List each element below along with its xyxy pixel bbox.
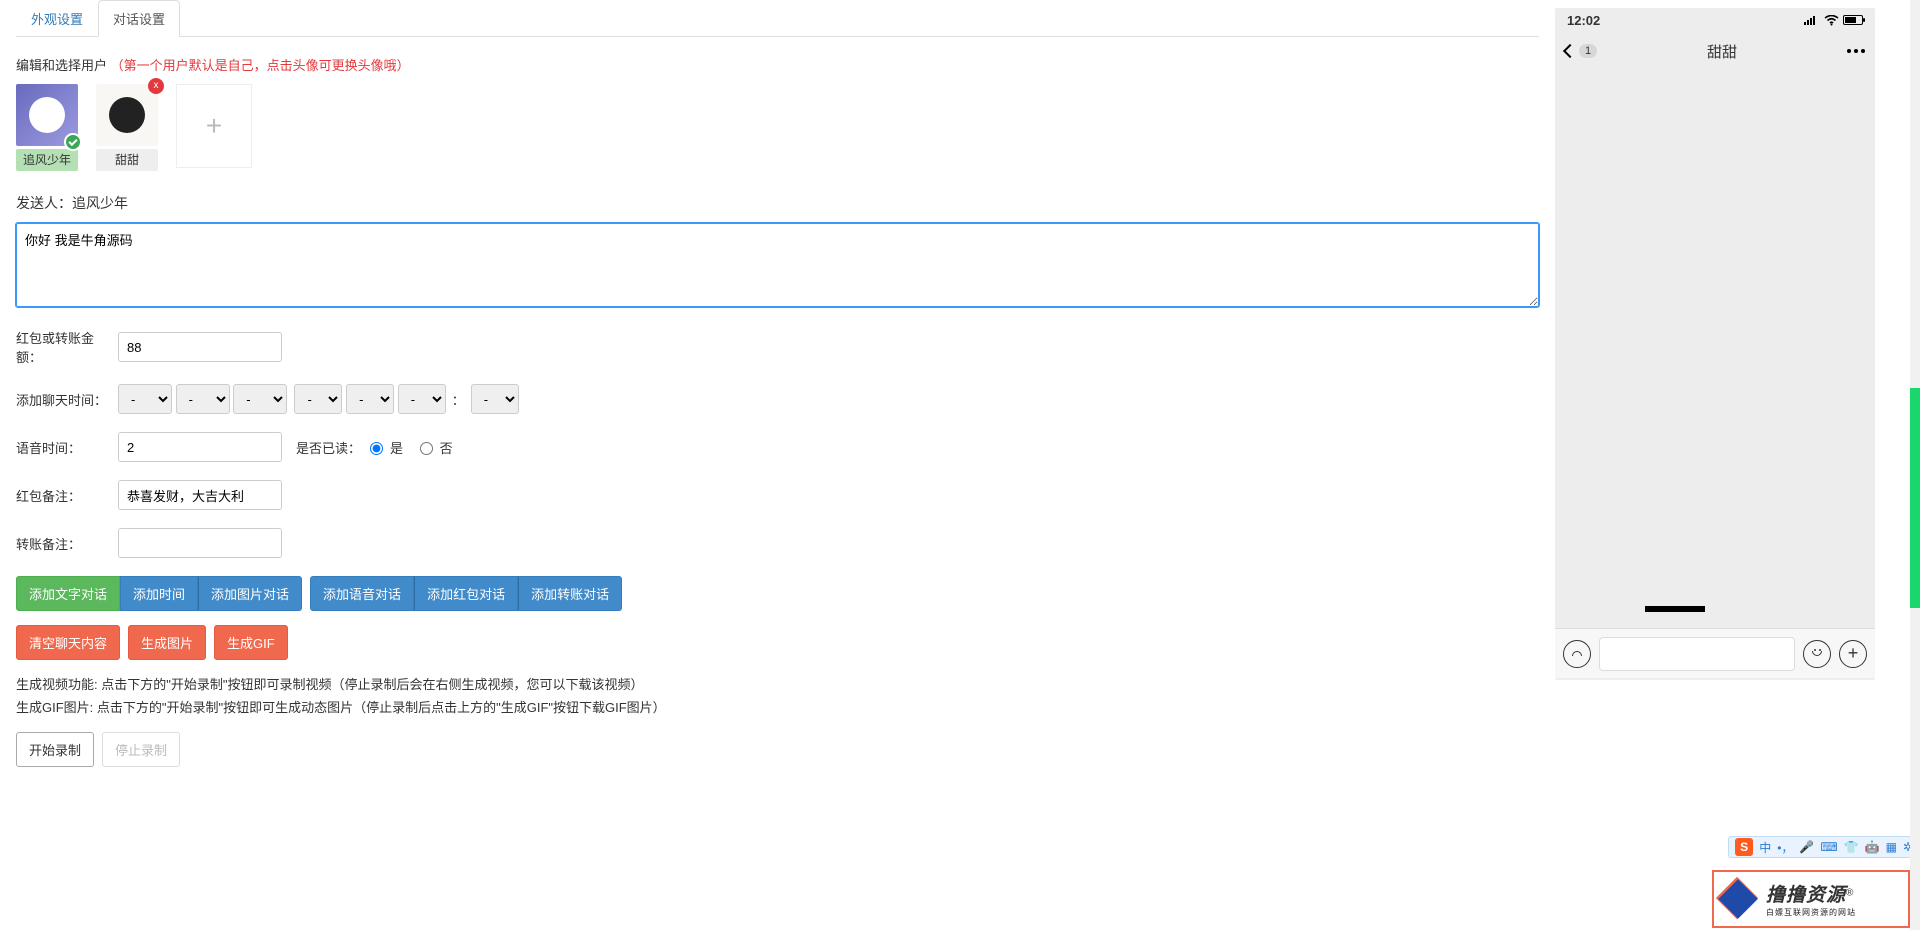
phone-title: 甜甜 xyxy=(1707,41,1737,62)
add-text-button[interactable]: 添加文字对话 xyxy=(16,576,120,611)
scrollbar-thumb[interactable] xyxy=(1910,388,1920,608)
gen-gif-button[interactable]: 生成GIF xyxy=(214,625,288,660)
tab-dialog[interactable]: 对话设置 xyxy=(98,0,180,37)
avatar-name-1[interactable]: 甜甜 xyxy=(96,149,158,171)
note-video: 生成视频功能: 点击下方的"开始录制"按钮即可录制视频（停止录制后会在右侧生成视… xyxy=(16,674,1539,693)
gen-image-button[interactable]: 生成图片 xyxy=(128,625,206,660)
add-avatar-button[interactable]: + xyxy=(176,84,252,168)
wifi-icon xyxy=(1824,15,1839,26)
battery-icon xyxy=(1843,15,1863,25)
phone-preview: 12:02 1 甜甜 xyxy=(1555,8,1875,680)
remove-avatar-icon[interactable]: x xyxy=(148,78,164,94)
red-remark-input[interactable] xyxy=(118,480,282,510)
add-time-button[interactable]: 添加时间 xyxy=(120,576,198,611)
chevron-left-icon xyxy=(1563,44,1577,58)
note-gif: 生成GIF图片: 点击下方的"开始录制"按钮即可生成动态图片（停止录制后点击上方… xyxy=(16,697,1539,716)
ime-grid-icon[interactable]: ▦ xyxy=(1886,840,1897,854)
scrollbar[interactable] xyxy=(1910,0,1920,930)
amount-input[interactable] xyxy=(118,332,282,362)
sender-line: 发送人：追风少年 xyxy=(16,193,1539,213)
voice-time-input[interactable] xyxy=(118,432,282,462)
time-select-1[interactable]: - xyxy=(118,384,172,414)
back-badge: 1 xyxy=(1579,44,1597,58)
read-label: 是否已读： xyxy=(296,438,361,457)
selected-check-icon xyxy=(64,133,82,151)
stop-record-button: 停止录制 xyxy=(102,732,180,767)
tab-appearance[interactable]: 外观设置 xyxy=(16,0,98,37)
transfer-remark-label: 转账备注： xyxy=(16,534,114,553)
chat-time-label: 添加聊天时间： xyxy=(16,390,114,409)
edit-users-hint: （第一个用户默认是自己，点击头像可更换头像哦） xyxy=(111,58,410,73)
red-remark-label: 红包备注： xyxy=(16,486,114,505)
avatar-name-0[interactable]: 追风少年 xyxy=(16,149,78,171)
message-input[interactable] xyxy=(16,223,1539,307)
avatar-image-1[interactable] xyxy=(96,84,158,146)
read-yes-label: 是 xyxy=(390,438,403,457)
add-red-button[interactable]: 添加红包对话 xyxy=(414,576,518,611)
plus-icon[interactable]: + xyxy=(1839,640,1867,668)
sender-label: 发送人： xyxy=(16,195,72,211)
time-select-6[interactable]: - xyxy=(398,384,446,414)
edit-users-label: 编辑和选择用户 （第一个用户默认是自己，点击头像可更换头像哦） xyxy=(16,55,1539,74)
read-no-radio[interactable] xyxy=(420,442,433,455)
start-record-button[interactable]: 开始录制 xyxy=(16,732,94,767)
brand-sub-text: 白嫖互联网资源的网站 xyxy=(1766,907,1856,918)
time-select-3[interactable]: - xyxy=(233,384,287,414)
brand-logo-icon xyxy=(1720,879,1760,919)
ime-icon-1[interactable]: •， xyxy=(1777,839,1793,856)
ime-shirt-icon[interactable]: 👕 xyxy=(1844,840,1859,854)
voice-icon[interactable] xyxy=(1563,640,1591,668)
add-voice-button[interactable]: 添加语音对话 xyxy=(310,576,414,611)
time-select-5[interactable]: - xyxy=(346,384,394,414)
phone-time: 12:02 xyxy=(1567,13,1600,28)
time-colon: ： xyxy=(452,390,465,409)
ime-robot-icon[interactable]: 🤖 xyxy=(1865,840,1880,854)
phone-chat-area xyxy=(1555,72,1875,628)
voice-time-label: 语音时间： xyxy=(16,438,114,457)
ime-mic-icon[interactable]: 🎤 xyxy=(1799,840,1814,854)
ime-keyboard-icon[interactable]: ⌨ xyxy=(1820,840,1837,854)
brand-watermark: 撸撸资源® 白嫖互联网资源的网站 xyxy=(1712,870,1910,928)
clear-chat-button[interactable]: 清空聊天内容 xyxy=(16,625,120,660)
tabs: 外观设置 对话设置 xyxy=(16,0,1539,37)
avatar-card-1[interactable]: x 甜甜 xyxy=(96,84,158,171)
phone-text-input[interactable] xyxy=(1599,637,1795,671)
avatar-card-0[interactable]: 追风少年 xyxy=(16,84,78,171)
shadow-decoration xyxy=(1645,606,1705,612)
more-icon[interactable] xyxy=(1847,49,1865,53)
edit-users-text: 编辑和选择用户 xyxy=(16,58,107,73)
transfer-remark-input[interactable] xyxy=(118,528,282,558)
read-no-label: 否 xyxy=(440,438,453,457)
avatars-row: 追风少年 x 甜甜 + xyxy=(16,84,1539,171)
phone-back-button[interactable]: 1 xyxy=(1565,44,1597,58)
brand-main-text: 撸撸资源 xyxy=(1766,885,1846,906)
brand-r: ® xyxy=(1846,888,1853,899)
amount-label: 红包或转账金额： xyxy=(16,328,114,366)
time-select-2[interactable]: - xyxy=(176,384,230,414)
sender-name: 追风少年 xyxy=(72,195,128,211)
read-yes-radio[interactable] xyxy=(370,442,383,455)
ime-zh-label[interactable]: 中 xyxy=(1759,839,1771,856)
add-transfer-button[interactable]: 添加转账对话 xyxy=(518,576,622,611)
emoji-icon[interactable] xyxy=(1803,640,1831,668)
ime-s-icon[interactable]: S xyxy=(1735,838,1753,856)
ime-toolbar[interactable]: S 中 •， 🎤 ⌨ 👕 🤖 ▦ ✲ xyxy=(1728,836,1920,858)
time-select-4[interactable]: - xyxy=(294,384,342,414)
add-image-button[interactable]: 添加图片对话 xyxy=(198,576,302,611)
signal-icon xyxy=(1804,15,1820,25)
time-select-7[interactable]: - xyxy=(471,384,519,414)
